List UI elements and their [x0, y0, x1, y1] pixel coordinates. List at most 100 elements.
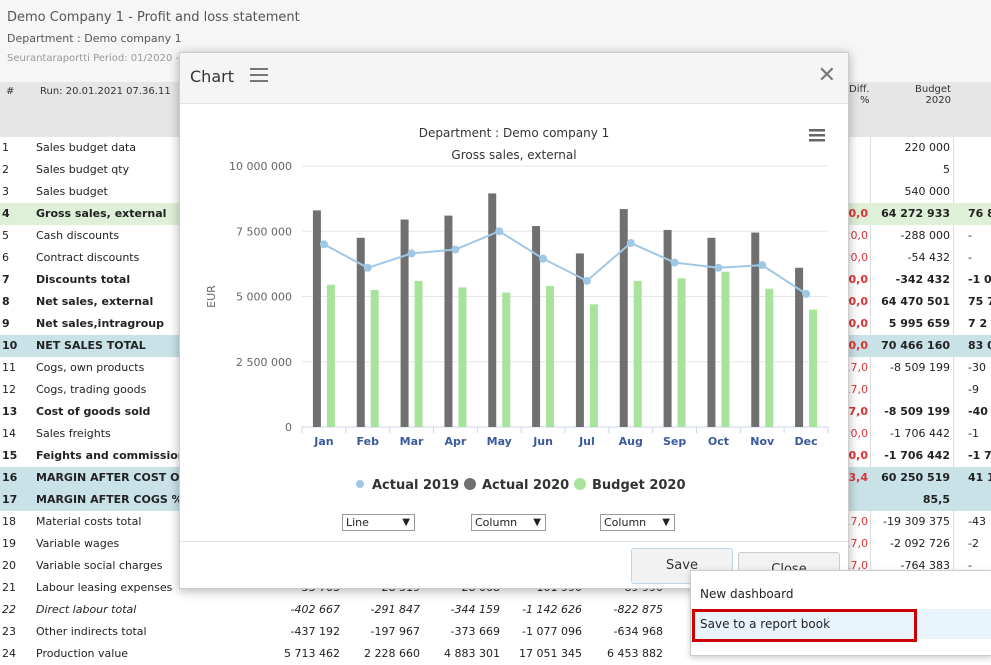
bar-budget-2020	[326, 284, 335, 427]
row-extra: 75 7	[968, 295, 991, 308]
y-tick-label: 5 000 000	[236, 291, 292, 304]
bar-actual-2020	[312, 210, 321, 427]
row-budget: -1 706 442	[884, 449, 950, 462]
row-number: 15	[2, 449, 18, 462]
x-tick-label: Aug	[619, 435, 643, 448]
legend-marker	[464, 478, 476, 490]
row-extra: -43	[968, 515, 986, 528]
x-tick-label: Sep	[663, 435, 686, 448]
row-value: -373 669	[450, 625, 500, 638]
row-extra: 76 8	[968, 207, 991, 220]
point-actual-2019	[539, 254, 548, 263]
series2-type-select[interactable]: Column ▼	[471, 514, 546, 531]
bar-budget-2020	[677, 278, 686, 427]
modal-menu-icon[interactable]	[250, 68, 268, 84]
legend-marker	[356, 480, 364, 488]
y-tick-label: 7 500 000	[236, 225, 292, 238]
bar-budget-2020	[809, 309, 818, 427]
legend-label: Actual 2019	[372, 478, 459, 493]
row-number: 23	[2, 625, 16, 638]
point-actual-2019	[495, 227, 504, 236]
row-label: Gross sales, external	[36, 207, 167, 220]
row-value: -634 968	[613, 625, 663, 638]
y-tick-label: 10 000 000	[229, 160, 292, 173]
close-icon[interactable]: ✕	[818, 63, 836, 88]
row-budget: -342 432	[895, 273, 950, 286]
row-label: MARGIN AFTER COST OF S	[36, 471, 199, 484]
row-number: 16	[2, 471, 18, 484]
bar-budget-2020	[414, 280, 423, 427]
row-label: Material costs total	[36, 515, 142, 528]
report-department: Department : Demo company 1	[7, 32, 182, 45]
report-title: Demo Company 1 - Profit and loss stateme…	[7, 10, 300, 25]
row-label: Sales budget	[36, 185, 108, 198]
row-extra: -1	[968, 427, 979, 440]
row-number: 13	[2, 405, 18, 418]
y-tick-label: 2 500 000	[236, 356, 292, 369]
chart-menu-icon	[809, 139, 825, 142]
modal-header: Chart ✕	[180, 53, 848, 104]
series1-type-select[interactable]: Line ▼	[342, 514, 415, 531]
row-budget: 540 000	[904, 185, 951, 198]
series3-type-select[interactable]: Column ▼	[600, 514, 675, 531]
x-tick-label: Oct	[708, 435, 729, 448]
row-label: NET SALES TOTAL	[36, 339, 146, 352]
point-actual-2019	[451, 245, 460, 254]
row-number: 8	[2, 295, 10, 308]
row-number: 11	[2, 361, 16, 374]
row-extra: -30	[968, 361, 986, 374]
row-number: 1	[2, 141, 9, 154]
point-actual-2019	[582, 276, 591, 285]
row-label: Variable wages	[36, 537, 120, 550]
modal-title: Chart	[190, 67, 234, 86]
row-extra: 83 0	[968, 339, 991, 352]
row-number: 20	[2, 559, 16, 572]
bar-budget-2020	[721, 271, 730, 427]
row-number: 5	[2, 229, 9, 242]
chart: Department : Demo company 1 Gross sales, …	[205, 126, 829, 493]
bar-budget-2020	[765, 288, 774, 427]
point-actual-2019	[714, 263, 723, 272]
row-number: 2	[2, 163, 9, 176]
row-number: 9	[2, 317, 10, 330]
row-budget: -8 509 199	[890, 361, 950, 374]
row-budget: 64 272 933	[881, 207, 950, 220]
row-value: -1 077 096	[522, 625, 582, 638]
row-label: Other indirects total	[36, 625, 147, 638]
row-extra: -9	[968, 383, 979, 396]
col-budget: Budget 2020	[915, 84, 951, 106]
row-number: 19	[2, 537, 16, 550]
col-diff: Diff. %	[849, 84, 870, 106]
bar-budget-2020	[546, 286, 555, 427]
row-budget: -54 432	[907, 251, 950, 264]
row-number: 7	[2, 273, 10, 286]
menu-item-new-dashboard[interactable]: New dashboard	[691, 579, 991, 609]
row-value: -344 159	[450, 603, 500, 616]
bar-budget-2020	[502, 292, 511, 427]
row-budget: -1 706 442	[890, 427, 950, 440]
row-value: -1 142 626	[522, 603, 582, 616]
y-axis-label: EUR	[205, 285, 218, 308]
row-number: 10	[2, 339, 18, 352]
point-actual-2019	[407, 249, 416, 258]
row-number: 18	[2, 515, 16, 528]
row-extra: -	[968, 251, 972, 264]
point-actual-2019	[758, 261, 767, 270]
line-actual-2019	[323, 230, 807, 295]
x-tick-label: Mar	[400, 435, 424, 448]
chart-menu-icon	[809, 134, 825, 137]
row-number: 22	[2, 603, 16, 616]
x-tick-label: Jun	[532, 435, 553, 448]
row-extra: -	[968, 229, 972, 242]
row-budget: 5	[943, 163, 950, 176]
row-budget: -19 309 375	[883, 515, 950, 528]
row-label: Cash discounts	[36, 229, 120, 242]
row-label: Sales budget data	[36, 141, 137, 154]
point-actual-2019	[319, 240, 328, 249]
row-extra: -1 7	[968, 449, 991, 462]
row-number: 21	[2, 581, 16, 594]
row-label: Net sales,intragroup	[36, 317, 164, 330]
row-budget: 220 000	[904, 141, 951, 154]
row-number: 3	[2, 185, 9, 198]
row-budget: -288 000	[900, 229, 950, 242]
